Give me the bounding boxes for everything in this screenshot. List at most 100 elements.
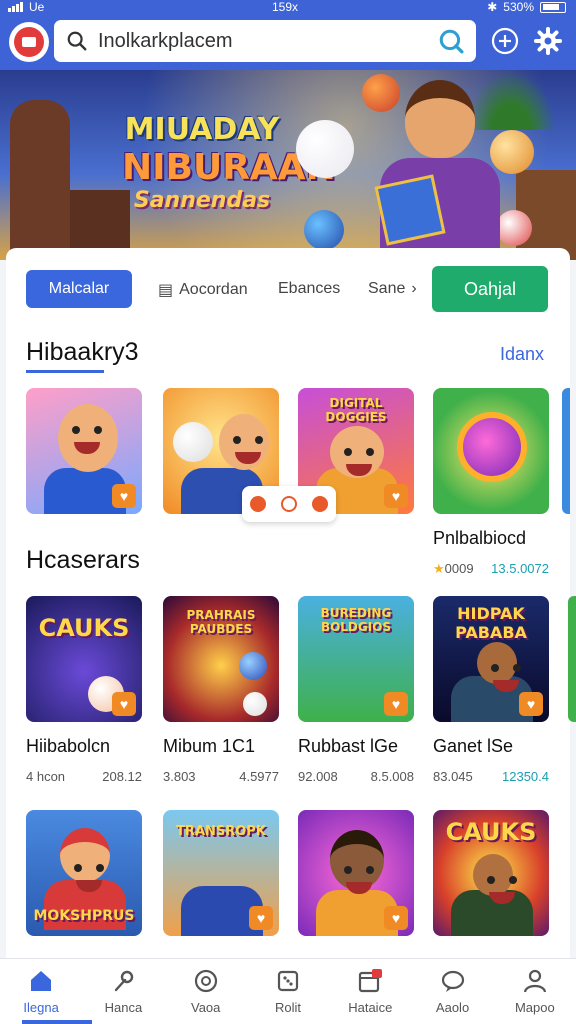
- section2-title: Hcaserars: [26, 546, 140, 574]
- logo-mark-icon: [14, 27, 44, 57]
- game-thumbnail: ♥: [26, 388, 142, 514]
- nav-item-hataice[interactable]: Hataice: [329, 959, 411, 1024]
- top-app-bar: Inolkarkplacem: [0, 16, 576, 70]
- content-panel: Malcalar ▤ Aocordan Ebances Sane › Oahja…: [6, 248, 576, 968]
- game-rating: 83.045: [433, 769, 473, 784]
- banner-ball-icon: [304, 210, 344, 250]
- game-card[interactable]: ♥: [298, 810, 414, 936]
- home-icon: [31, 971, 52, 991]
- game-downloads: 4.5977: [239, 769, 279, 784]
- game-thumbnail: HIDPAK PABABA ♥: [433, 596, 549, 722]
- game-logo-text: CAUKS: [38, 614, 130, 642]
- profile-icon: [523, 969, 546, 993]
- tab-malcalar[interactable]: Malcalar: [26, 270, 132, 308]
- banner-title: MIUADAY NIBURAAN Sannendas: [122, 112, 336, 213]
- nav-item-aaolo[interactable]: Aaolo: [411, 959, 493, 1024]
- game-logo-text: HIDPAK PABABA: [455, 604, 527, 642]
- game-name: Ganet lSe: [433, 736, 514, 756]
- banner-ball-icon: [296, 120, 354, 178]
- game-card[interactable]: TRANSROPK ♥: [163, 810, 279, 936]
- app-logo[interactable]: [9, 22, 49, 62]
- game-downloads: 12350.4: [502, 769, 549, 784]
- nav-label: Rolit: [274, 1000, 301, 1015]
- add-circle-icon[interactable]: [490, 26, 520, 56]
- game-thumbnail: TRANSROPK ♥: [163, 810, 279, 936]
- game-thumbnail: CAUKS: [433, 810, 549, 936]
- status-bar: Ue 159x ✱ 530%: [0, 0, 576, 16]
- tab-label: Aocordan: [179, 281, 248, 298]
- nav-label: Ilegna: [23, 1000, 59, 1015]
- play-badge-icon: ♥: [384, 906, 408, 930]
- game-stats: 83.045 12350.4: [433, 769, 549, 784]
- game-stats: ★0009 13.5.0072: [433, 561, 549, 577]
- next-card-peek: [568, 596, 576, 722]
- search-submit-icon[interactable]: [438, 28, 464, 54]
- tab-ebances[interactable]: Ebances: [278, 280, 340, 298]
- nav-label: Hanca: [104, 1000, 143, 1015]
- bottom-navigation: Ilegna Hanca Vaoa Rolit Hataice Aaolo Ma…: [0, 958, 576, 1024]
- search-bar[interactable]: Inolkarkplacem: [54, 20, 476, 62]
- chevron-right-icon: ›: [411, 280, 417, 297]
- game-card[interactable]: CAUKS ♥ Hiibabolcn 4 hcon 208.12: [26, 596, 142, 784]
- gear-icon[interactable]: [533, 26, 563, 56]
- dice-icon: [277, 970, 299, 992]
- game-stats: 92.008 8.5.008: [298, 769, 414, 784]
- tab-sane[interactable]: Sane ›: [368, 280, 417, 298]
- star-icon: ★: [433, 561, 445, 576]
- play-badge-icon: ♥: [384, 484, 408, 508]
- game-name: Mibum 1C1: [163, 736, 256, 756]
- game-card[interactable]: CAUKS: [433, 810, 549, 936]
- carrier-label: Ue: [29, 0, 45, 14]
- game-stats: 4 hcon 208.12: [26, 769, 142, 784]
- game-downloads: 8.5.008: [370, 769, 414, 784]
- tab-cta-button[interactable]: Oahjal: [432, 266, 548, 312]
- game-card[interactable]: PRAHRAIS PAUBDES Mibum 1C1 3.803 4.5977: [163, 596, 279, 784]
- game-logo-text: TRANSROPK: [176, 824, 266, 839]
- section1-see-all-link[interactable]: Idanx: [500, 344, 544, 365]
- play-badge-icon: ♥: [112, 484, 136, 508]
- floating-pill[interactable]: [242, 486, 336, 522]
- game-downloads: 208.12: [102, 769, 142, 784]
- tab-aocordan[interactable]: ▤ Aocordan: [158, 280, 248, 300]
- compass-icon: [194, 969, 217, 993]
- next-card-peek: [562, 388, 570, 514]
- game-card[interactable]: BUREDING BOLDGIOS ♥ Rubbast lGe 92.008 8.…: [298, 596, 414, 784]
- nav-label: Mapoo: [514, 1000, 555, 1015]
- search-icon: [67, 31, 87, 51]
- play-badge-icon: ♥: [519, 692, 543, 716]
- status-left: Ue: [8, 0, 44, 14]
- game-name: Rubbast lGe: [298, 736, 399, 756]
- banner-tower: [10, 100, 70, 260]
- bluetooth-icon: ✱: [487, 0, 498, 14]
- nav-item-hanca[interactable]: Hanca: [82, 959, 164, 1024]
- game-card[interactable]: ♥: [26, 388, 142, 514]
- game-rating: ★0009: [433, 561, 474, 577]
- section1-title: Hibaakry3: [26, 338, 139, 366]
- nav-item-vaoa[interactable]: Vaoa: [165, 959, 247, 1024]
- game-name: Hiibabolcn: [26, 736, 111, 756]
- search-input[interactable]: Inolkarkplacem: [98, 30, 438, 53]
- game-card[interactable]: HIDPAK PABABA ♥ Ganet lSe 83.045 12350.4: [433, 596, 549, 784]
- rating-value: 0009: [444, 561, 474, 576]
- game-name: Pnlbalbiocd: [433, 528, 527, 548]
- game-logo-text: CAUKS: [445, 818, 537, 846]
- pill-icon: [280, 496, 297, 512]
- nav-item-rolit[interactable]: Rolit: [247, 959, 329, 1024]
- game-thumbnail: ♥: [298, 810, 414, 936]
- nav-item-home[interactable]: Ilegna: [0, 959, 82, 1024]
- status-time: 159x: [272, 0, 299, 14]
- game-downloads: 13.5.0072: [491, 561, 549, 576]
- pill-icon: [249, 496, 266, 512]
- game-card[interactable]: MOKSHPRUS: [26, 810, 142, 936]
- game-logo-text: BUREDING BOLDGIOS: [320, 606, 392, 634]
- game-card[interactable]: Pnlbalbiocd ★0009 13.5.0072: [433, 388, 549, 577]
- game-logo-text: MOKSHPRUS: [33, 908, 135, 924]
- status-right: ✱ 530%: [487, 0, 566, 14]
- nav-label: Hataice: [348, 1000, 393, 1015]
- promo-banner[interactable]: MIUADAY NIBURAAN Sannendas: [0, 70, 576, 260]
- game-logo-text: DIGITAL DOGGIES: [325, 396, 387, 424]
- signal-icon: [8, 2, 23, 12]
- play-badge-icon: ♥: [112, 692, 136, 716]
- calendar-icon: [359, 969, 383, 993]
- nav-item-mapoo[interactable]: Mapoo: [494, 959, 576, 1024]
